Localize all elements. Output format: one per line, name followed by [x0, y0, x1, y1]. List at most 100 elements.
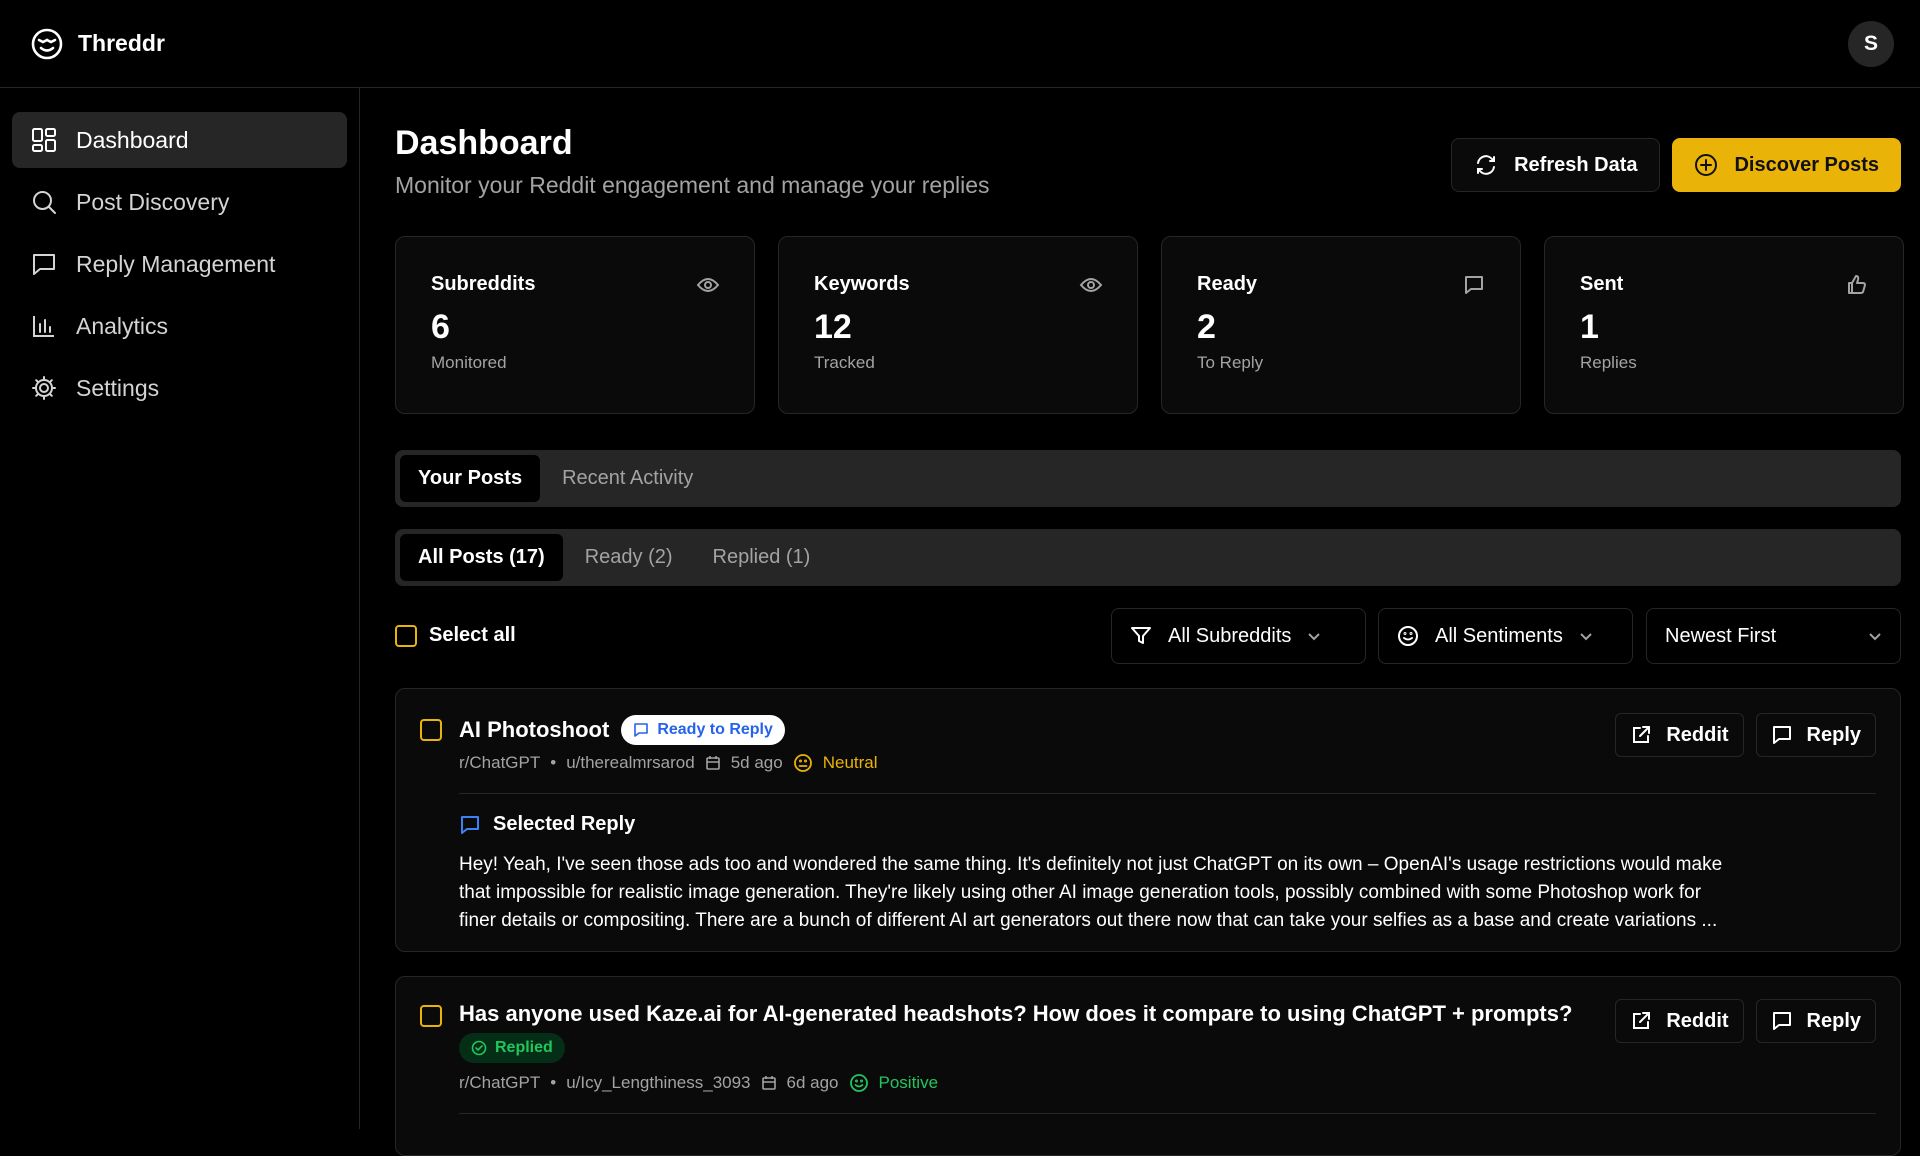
calendar-icon	[705, 756, 720, 770]
chevron-down-icon	[1580, 633, 1592, 641]
reply-text-line: finer details or compositing. There are …	[459, 910, 1718, 931]
stat-value: 2	[1197, 308, 1216, 346]
plus-circle-icon	[1695, 154, 1718, 176]
status-badge: Replied	[459, 1033, 565, 1063]
main-tabs: Your Posts Recent Activity	[395, 450, 1901, 507]
smiley-icon	[1398, 626, 1418, 646]
sidebar-item-reply-management[interactable]: Reply Management	[12, 236, 347, 292]
refresh-icon	[1477, 155, 1496, 175]
sentiment-filter-select[interactable]: All Sentiments	[1378, 608, 1633, 664]
open-reddit-button[interactable]: Reddit	[1615, 999, 1744, 1043]
subreddit-filter-select[interactable]: All Subreddits	[1111, 608, 1366, 664]
post-author[interactable]: u/Icy_Lengthiness_3093	[566, 1073, 750, 1093]
post-checkbox[interactable]	[420, 719, 442, 741]
sidebar-item-analytics[interactable]: Analytics	[12, 298, 347, 354]
select-all-control: Select all	[395, 624, 516, 647]
sort-select[interactable]: Newest First	[1646, 608, 1901, 664]
message-icon	[634, 723, 649, 737]
sidebar-item-settings[interactable]: Settings	[12, 360, 347, 416]
stat-label: Ready	[1197, 273, 1258, 295]
refresh-data-label: Refresh Data	[1514, 153, 1638, 176]
top-header: Threddr S	[0, 0, 1920, 88]
reply-label: Reply	[1806, 723, 1861, 746]
post-meta: r/ChatGPT • u/Icy_Lengthiness_3093 6d ag…	[459, 1073, 938, 1093]
reply-text-line: Hey! Yeah, I've seen those ads too and w…	[459, 854, 1723, 875]
dashboard-icon	[32, 128, 56, 152]
post-subreddit[interactable]: r/ChatGPT	[459, 1073, 540, 1093]
tab-ready[interactable]: Ready (2)	[567, 534, 691, 581]
message-icon	[461, 815, 479, 834]
sidebar-item-label: Settings	[76, 374, 160, 401]
stat-card-sent: Sent 1 Replies	[1544, 236, 1904, 414]
reply-text-line: that impossible for realistic image gene…	[459, 882, 1702, 903]
sidebar: Dashboard Post Discovery Reply Managemen…	[0, 88, 360, 1129]
selected-reply-label: Selected Reply	[493, 813, 636, 835]
message-icon	[1772, 726, 1791, 744]
stat-label: Keywords	[814, 273, 910, 295]
sort-value: Newest First	[1665, 624, 1777, 647]
page-title: Dashboard	[395, 124, 573, 162]
refresh-data-button[interactable]: Refresh Data	[1451, 138, 1661, 192]
bar-chart-icon	[33, 316, 54, 337]
sidebar-item-post-discovery[interactable]: Post Discovery	[12, 174, 347, 230]
reply-label: Reply	[1806, 1009, 1861, 1032]
reply-button[interactable]: Reply	[1755, 999, 1876, 1043]
tab-your-posts[interactable]: Your Posts	[400, 455, 541, 502]
tab-recent-activity[interactable]: Recent Activity	[544, 455, 711, 502]
select-all-checkbox[interactable]	[395, 624, 417, 647]
discover-posts-button[interactable]: Discover Posts	[1672, 138, 1901, 192]
message-icon	[33, 254, 55, 275]
post-card: AI Photoshoot Ready to Reply r/ChatGPT •…	[395, 688, 1901, 952]
check-circle-icon	[471, 1040, 487, 1056]
stat-sub: Tracked	[814, 353, 875, 372]
neutral-face-icon	[793, 754, 812, 772]
post-checkbox[interactable]	[420, 1005, 442, 1027]
sidebar-item-label: Dashboard	[76, 126, 189, 153]
open-reddit-button[interactable]: Reddit	[1615, 713, 1744, 757]
stat-sub: Monitored	[431, 353, 507, 372]
sidebar-item-label: Reply Management	[76, 250, 276, 277]
open-reddit-label: Reddit	[1666, 1009, 1729, 1032]
stat-card-ready: Ready 2 To Reply	[1161, 236, 1521, 414]
stat-sub: To Reply	[1197, 353, 1264, 372]
search-icon	[33, 191, 56, 214]
post-subreddit[interactable]: r/ChatGPT	[459, 753, 540, 773]
select-all-label: Select all	[429, 624, 516, 646]
post-title[interactable]: Has anyone used Kaze.ai for AI-generated…	[459, 1001, 1572, 1026]
app-name: Threddr	[78, 30, 165, 56]
post-sentiment: Neutral	[822, 753, 878, 772]
divider	[459, 793, 1876, 794]
discover-posts-label: Discover Posts	[1734, 153, 1879, 176]
external-link-icon	[1633, 726, 1651, 743]
post-card: Has anyone used Kaze.ai for AI-generated…	[395, 976, 1901, 1156]
calendar-icon	[761, 1076, 776, 1090]
eye-icon	[696, 278, 720, 292]
sidebar-item-label: Analytics	[76, 312, 169, 339]
filter-icon	[1131, 627, 1151, 644]
post-sentiment: Positive	[878, 1073, 939, 1092]
message-icon	[1465, 276, 1483, 294]
status-badge-label: Replied	[495, 1039, 553, 1056]
selected-reply-text: Hey! Yeah, I've seen those ads too and w…	[459, 851, 1876, 935]
reply-button[interactable]: Reply	[1755, 713, 1876, 757]
stat-label: Sent	[1580, 273, 1624, 295]
app-logo[interactable]: Threddr	[30, 27, 165, 61]
post-author[interactable]: u/therealmrsarod	[566, 753, 695, 773]
stat-label: Subreddits	[431, 273, 536, 295]
tab-all-posts[interactable]: All Posts (17)	[400, 534, 563, 581]
gear-icon	[32, 376, 56, 400]
user-avatar[interactable]: S	[1848, 21, 1894, 67]
post-meta: r/ChatGPT • u/therealmrsarod 5d ago Neut…	[459, 753, 878, 773]
stat-card-keywords: Keywords 12 Tracked	[778, 236, 1138, 414]
status-badge-label: Ready to Reply	[657, 721, 773, 738]
chevron-down-icon	[1869, 633, 1881, 641]
meta-separator: •	[550, 1073, 557, 1092]
sidebar-item-dashboard[interactable]: Dashboard	[12, 112, 347, 168]
post-title[interactable]: AI Photoshoot	[459, 717, 609, 743]
post-age: 5d ago	[730, 753, 783, 772]
meta-separator: •	[550, 753, 557, 772]
tab-replied[interactable]: Replied (1)	[695, 534, 829, 581]
message-icon	[1772, 1012, 1791, 1030]
thumbs-up-icon	[1848, 275, 1866, 294]
stat-value: 6	[431, 308, 450, 346]
